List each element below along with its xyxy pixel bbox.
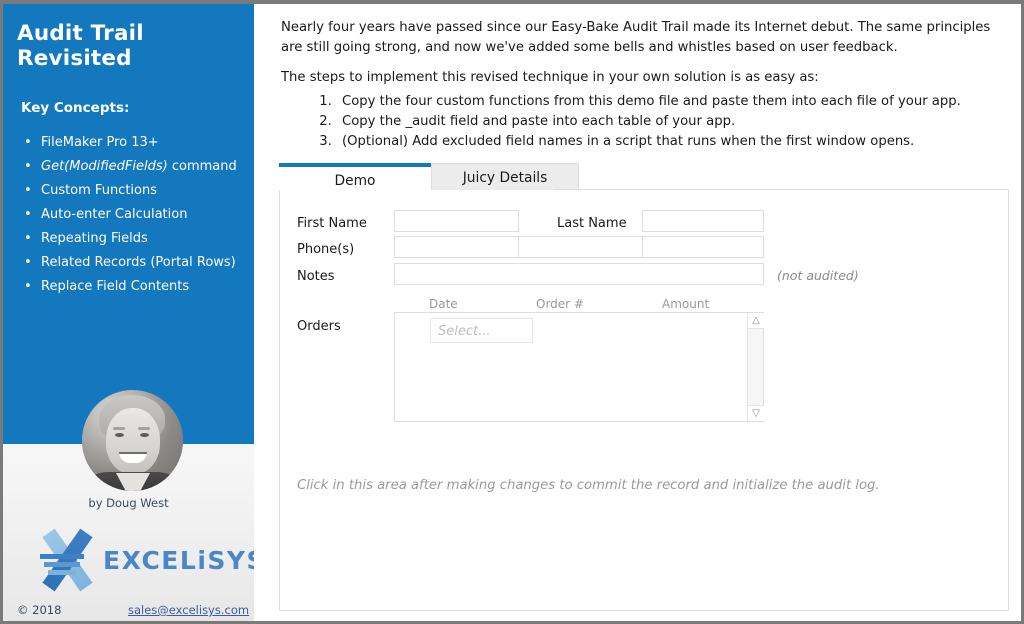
list-item: Related Records (Portal Rows) xyxy=(21,251,249,275)
orders-label: Orders xyxy=(297,319,341,334)
orders-portal[interactable]: Select... △ ▽ xyxy=(394,312,764,422)
portal-column-order: Order # xyxy=(536,297,584,311)
application-window: Audit Trail Revisited Key Concepts: File… xyxy=(0,0,1024,624)
last-name-input[interactable] xyxy=(642,210,764,232)
tab-panel-demo: First Name Last Name Phone(s) Notes (not… xyxy=(279,189,1009,611)
first-name-input[interactable] xyxy=(394,210,519,232)
key-concepts-heading: Key Concepts: xyxy=(21,100,130,116)
notes-annotation: (not audited) xyxy=(777,268,859,283)
concept-command: Get(ModifiedFields) xyxy=(41,159,168,174)
list-item: Custom Functions xyxy=(21,179,249,203)
excelisys-logo: EXCELiSYS xyxy=(33,528,254,592)
avatar-brow-left xyxy=(113,427,125,430)
sales-email-link[interactable]: sales@excelisys.com xyxy=(128,603,249,617)
concept-label: Custom Functions xyxy=(41,183,158,198)
phones-label: Phone(s) xyxy=(297,242,355,257)
notes-input[interactable] xyxy=(394,263,764,285)
avatar-eye-right xyxy=(140,433,149,437)
steps-lead-paragraph: The steps to implement this revised tech… xyxy=(281,70,819,85)
logo-bar-2 xyxy=(44,562,80,567)
commit-hint-text: Click in this area after making changes … xyxy=(297,478,880,493)
logo-bar-1 xyxy=(40,554,84,559)
sidebar: Audit Trail Revisited Key Concepts: File… xyxy=(3,4,254,621)
tab-juicy-details[interactable]: Juicy Details xyxy=(431,163,579,191)
phone-input-3[interactable] xyxy=(642,236,764,258)
logo-wordmark: EXCELiSYS xyxy=(103,546,254,575)
list-item: Copy the four custom functions from this… xyxy=(336,92,1004,112)
concept-label: command xyxy=(167,159,237,174)
chevron-down-icon[interactable]: ▽ xyxy=(748,405,764,421)
concept-label: Repeating Fields xyxy=(41,231,148,246)
portal-column-date: Date xyxy=(429,297,458,311)
concept-label: Related Records (Portal Rows) xyxy=(41,255,236,270)
list-item: Repeating Fields xyxy=(21,227,249,251)
concept-label: FileMaker Pro 13+ xyxy=(41,135,159,150)
logo-bar-3 xyxy=(48,570,76,575)
avatar-brow-right xyxy=(138,427,150,430)
list-item: (Optional) Add excluded field names in a… xyxy=(336,132,1004,152)
portal-scrollbar[interactable]: △ ▽ xyxy=(747,313,764,421)
phone-input-2[interactable] xyxy=(518,236,643,258)
portal-date-select[interactable]: Select... xyxy=(430,318,533,343)
avatar-eye-left xyxy=(115,433,124,437)
key-concepts-list: FileMaker Pro 13+ Get(ModifiedFields) co… xyxy=(21,131,249,299)
first-name-label: First Name xyxy=(297,216,367,231)
avatar-face xyxy=(106,408,160,474)
step-text: Copy the four custom functions from this… xyxy=(342,94,961,109)
tab-demo[interactable]: Demo xyxy=(279,163,431,191)
page-title: Audit Trail Revisited xyxy=(17,21,144,71)
chevron-up-icon[interactable]: △ xyxy=(748,313,764,329)
list-item: Get(ModifiedFields) command xyxy=(21,155,249,179)
list-item: FileMaker Pro 13+ xyxy=(21,131,249,155)
main-content: Nearly four years have passed since our … xyxy=(254,4,1021,621)
notes-label: Notes xyxy=(297,269,335,284)
steps-list: Copy the four custom functions from this… xyxy=(314,92,1004,152)
concept-label: Replace Field Contents xyxy=(41,279,190,294)
list-item: Copy the _audit field and paste into eac… xyxy=(336,112,1004,132)
author-byline: by Doug West xyxy=(88,496,169,510)
logo-x-icon xyxy=(33,528,101,592)
step-text: Copy the _audit field and paste into eac… xyxy=(342,114,736,129)
avatar xyxy=(82,390,183,491)
list-item: Replace Field Contents xyxy=(21,275,249,299)
copyright-text: © 2018 xyxy=(17,603,62,617)
tab-bar: Demo Juicy Details xyxy=(279,163,1009,191)
last-name-label: Last Name xyxy=(557,216,627,231)
list-item: Auto-enter Calculation xyxy=(21,203,249,227)
concept-label: Auto-enter Calculation xyxy=(41,207,188,222)
step-text: (Optional) Add excluded field names in a… xyxy=(342,134,915,149)
phone-input-1[interactable] xyxy=(394,236,519,258)
portal-column-amount: Amount xyxy=(662,297,710,311)
intro-paragraph: Nearly four years have passed since our … xyxy=(281,20,991,55)
